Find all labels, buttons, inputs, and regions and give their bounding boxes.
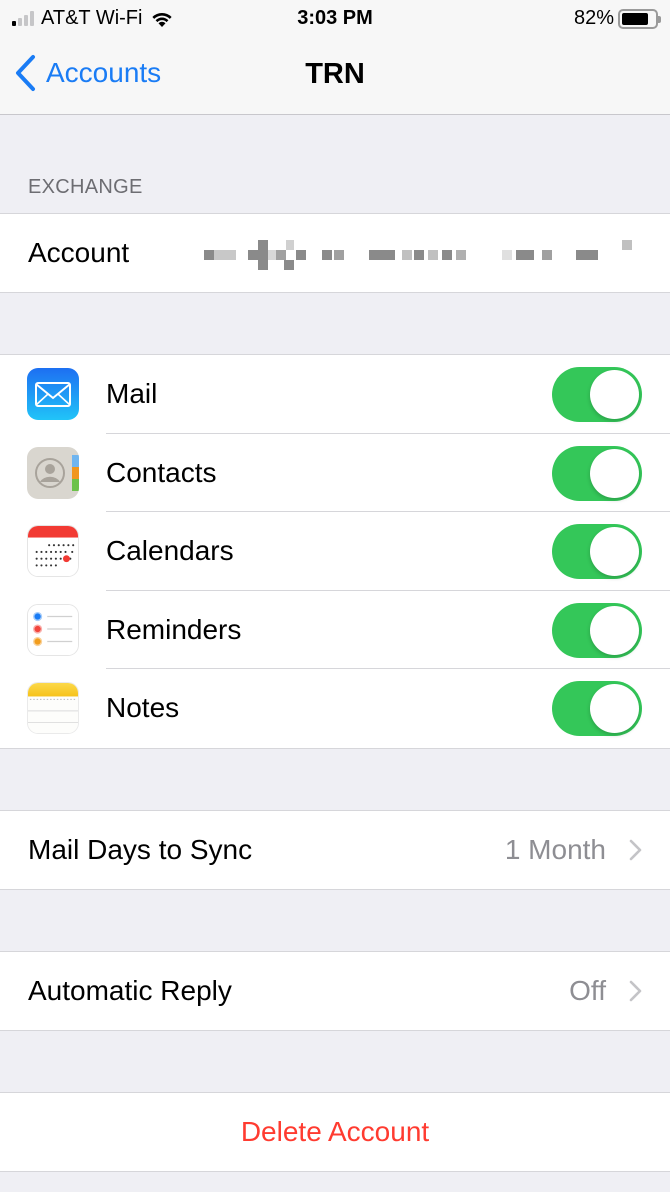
delete-account-label: Delete Account [240,1116,430,1147]
app-label: Contacts [106,456,217,488]
auto-reply-row[interactable]: Automatic Reply Off [0,952,670,1030]
calendars-toggle[interactable] [552,524,642,579]
auto-reply-label: Automatic Reply [28,975,232,1006]
status-bar: AT&T Wi-Fi 3:03 PM 82% [0,0,670,38]
section-header-exchange: EXCHANGE [28,176,143,198]
mail-days-group: Mail Days to Sync 1 Month [0,810,670,890]
page-title: TRN [305,58,365,90]
chevron-right-icon [629,839,642,861]
auto-reply-group: Automatic Reply Off [0,951,670,1031]
notes-toggle[interactable] [552,681,642,736]
status-right: 82% [573,7,661,30]
delete-account-button[interactable]: Delete Account [0,1093,670,1171]
app-row-mail: Mail [0,355,670,434]
toggle-knob [590,684,639,733]
auto-reply-value: Off [569,975,606,1006]
app-label: Notes [106,692,180,723]
app-label: Calendars [106,535,234,566]
reminders-toggle[interactable] [552,602,642,658]
toggle-knob [590,527,639,576]
apps-group: Mail Contacts Calendars Reminders Notes [0,354,670,749]
account-group: Account [0,213,670,293]
mail-days-row[interactable]: Mail Days to Sync 1 Month [0,811,670,889]
delete-group: Delete Account [0,1092,670,1172]
reminders-icon [27,603,79,656]
contacts-toggle[interactable] [552,445,642,501]
navigation-bar: Accounts TRN [0,38,670,115]
battery-icon [618,8,661,29]
app-row-notes: Notes [0,669,670,748]
mail-days-label: Mail Days to Sync [28,834,253,865]
app-label: Reminders [106,613,242,645]
toggle-knob [590,605,639,655]
mail-icon [27,368,79,420]
chevron-right-icon [629,980,642,1002]
app-label: Mail [106,378,158,409]
battery-fill [622,12,649,25]
battery-percent: 82% [573,7,614,29]
app-row-contacts: Contacts [0,434,670,512]
status-time: 3:03 PM [297,7,373,29]
mail-days-value: 1 Month [504,834,606,865]
app-row-calendars: Calendars [0,512,670,591]
account-label: Account [28,237,130,268]
account-row[interactable]: Account [0,214,670,292]
toggle-knob [590,370,639,419]
contacts-icon [27,446,79,499]
notes-icon [27,682,79,734]
account-value-redacted [204,240,632,270]
calendar-icon [27,525,79,577]
mail-toggle[interactable] [552,367,642,422]
toggle-knob [590,448,639,498]
app-row-reminders: Reminders [0,591,670,669]
